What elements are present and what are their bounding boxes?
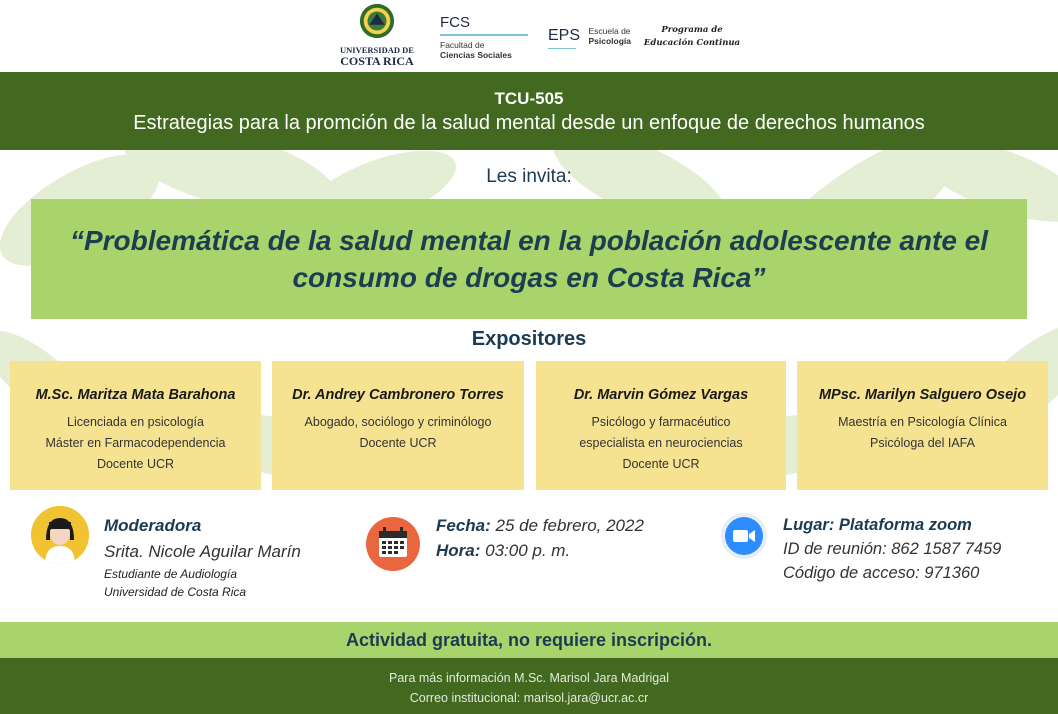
avatar-icon <box>31 506 89 564</box>
speaker-card: MPsc. Marilyn Salguero Osejo Maestría en… <box>797 361 1048 490</box>
speaker-name: Dr. Marvin Gómez Vargas <box>573 387 749 403</box>
location-label-text: Lugar: Plataforma zoom <box>783 516 972 534</box>
fcs-abbr: FCS <box>440 14 470 31</box>
zoom-camera-icon <box>721 513 767 559</box>
notice-bar: Actividad gratuita, no requiere inscripc… <box>0 622 1058 658</box>
invite-text: Les invita: <box>486 166 572 187</box>
time-label: Hora: <box>436 541 481 560</box>
calendar-icon <box>366 517 420 571</box>
header-logos: UNIVERSIDAD DE COSTA RICA FCS Facultad d… <box>0 0 1058 72</box>
event-title: “Problemática de la salud mental en la p… <box>50 222 1008 296</box>
eps-text: Escuela de Psicología <box>588 26 631 46</box>
moderator-name: Srita. Nicole Aguilar Marín <box>104 542 301 561</box>
footer: Para más información M.Sc. Marisol Jara … <box>0 658 1058 714</box>
meeting-id: ID de reunión: 862 1587 7459 <box>783 540 1002 558</box>
speaker-card: M.Sc. Maritza Mata Barahona Licenciada e… <box>10 361 261 490</box>
ucr-name-line2: COSTA RICA <box>340 54 414 68</box>
event-title-line1: “Problemática de la salud mental en la p… <box>69 225 989 256</box>
speaker-card: Dr. Marvin Gómez Vargas Psicólogo y farm… <box>536 361 786 490</box>
speaker-name: MPsc. Marilyn Salguero Osejo <box>818 387 1027 403</box>
speaker-credential: Psicólogo y farmacéutico <box>591 415 731 429</box>
speaker-credential: Psicóloga del IAFA <box>870 436 975 450</box>
speaker-card: Dr. Andrey Cambronero Torres Abogado, so… <box>272 361 524 490</box>
pec-line2: Educación Continua <box>643 38 741 48</box>
moderator-role: Estudiante de Audiología <box>104 567 237 581</box>
speaker-credential: Maestría en Psicología Clínica <box>838 415 1007 429</box>
date-value: 25 de febrero, 2022 <box>495 516 644 535</box>
pec-logo: Programa de Educación Continua <box>640 24 744 50</box>
speakers-heading: Expositores <box>471 328 587 350</box>
footer-email: Correo institucional: marisol.jara@ucr.a… <box>409 691 649 705</box>
eps-line2: Psicología <box>588 36 631 46</box>
top-banner: TCU-505 Estrategias para la promción de … <box>0 72 1058 150</box>
moderator-label: Moderadora <box>104 516 202 535</box>
speaker-credential: Docente UCR <box>359 436 437 450</box>
location-label: Lugar: Plataforma zoom <box>783 516 972 535</box>
eps-rule <box>548 48 576 49</box>
eps-logo: EPS Escuela de Psicología <box>548 26 631 49</box>
time-value: 03:00 p. m. <box>485 541 571 560</box>
notice-text: Actividad gratuita, no requiere inscripc… <box>345 630 713 650</box>
speaker-credential: Abogado, sociólogo y criminólogo <box>304 415 492 429</box>
event-title-box: “Problemática de la salud mental en la p… <box>31 199 1027 319</box>
ucr-crest-icon <box>359 3 395 39</box>
speaker-credential: Licenciada en psicología <box>67 415 204 429</box>
event-date: Fecha: 25 de febrero, 2022 <box>436 516 644 536</box>
event-time: Hora: 03:00 p. m. <box>436 541 570 561</box>
speaker-name: M.Sc. Maritza Mata Barahona <box>35 387 236 403</box>
event-title-line2: consumo de drogas en Costa Rica” <box>292 262 766 293</box>
speaker-name: Dr. Andrey Cambronero Torres <box>292 387 504 403</box>
date-label: Fecha: <box>436 516 491 535</box>
moderator-affiliation: Universidad de Costa Rica <box>104 585 247 599</box>
eps-line1: Escuela de <box>588 26 631 36</box>
fcs-logo: FCS Facultad de Ciencias Sociales <box>440 14 530 60</box>
speaker-credential: Máster en Farmacodependencia <box>45 436 226 450</box>
footer-info: Para más información M.Sc. Marisol Jara … <box>389 671 669 685</box>
course-code: TCU-505 <box>494 89 564 108</box>
fcs-line2: Ciencias Sociales <box>440 50 512 60</box>
eps-abbr: EPS <box>548 27 581 44</box>
course-subtitle: Estrategias para la promción de la salud… <box>133 112 925 134</box>
access-code: Código de acceso: 971360 <box>783 564 980 582</box>
ucr-logo: UNIVERSIDAD DE COSTA RICA <box>340 2 414 68</box>
pec-line1: Programa de <box>661 25 723 35</box>
speaker-credential: especialista en neurociencias <box>579 436 743 450</box>
fcs-line1: Facultad de <box>440 40 485 50</box>
speaker-credential: Docente UCR <box>622 457 700 471</box>
speaker-credential: Docente UCR <box>96 457 175 471</box>
fcs-rule <box>440 34 528 36</box>
